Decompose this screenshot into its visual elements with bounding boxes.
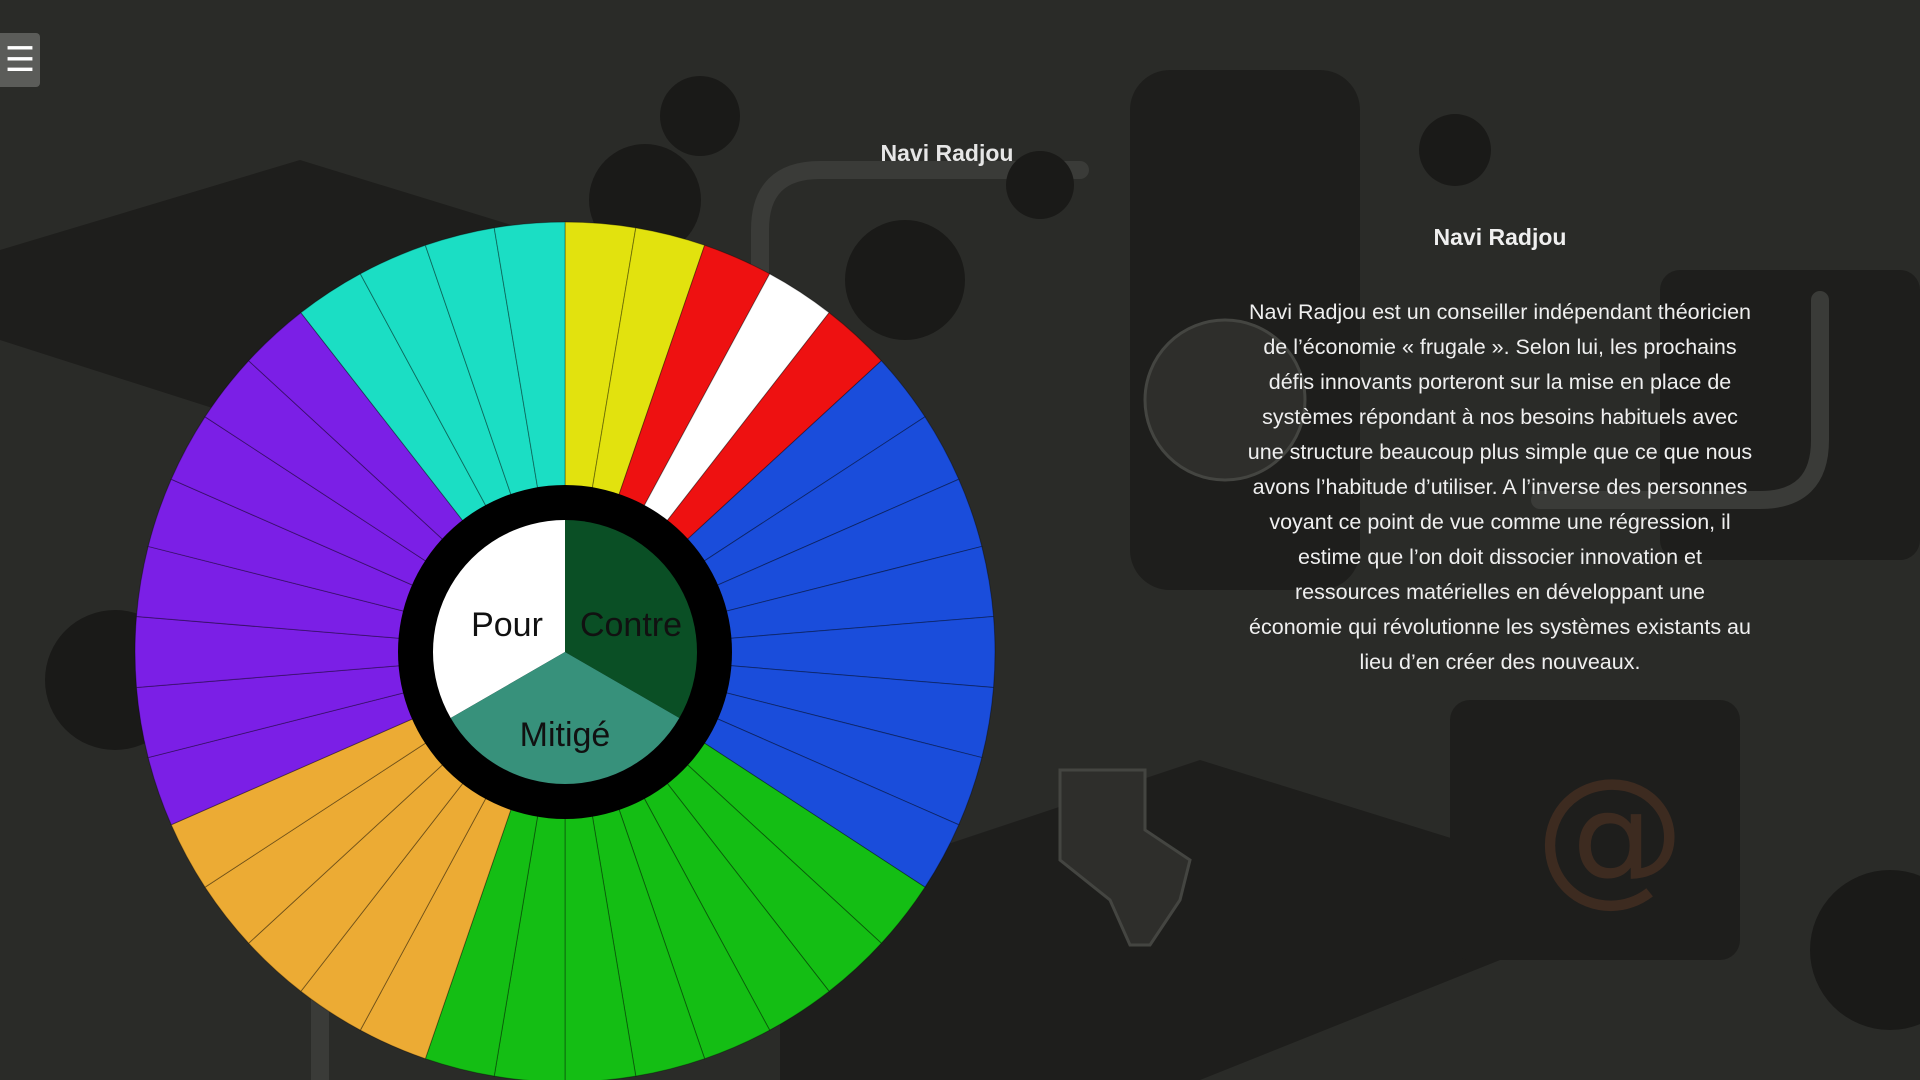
inner-label-1: Contre [580, 606, 682, 644]
info-title: Navi Radjou [1433, 224, 1567, 250]
inner-label-2: Mitigé [520, 716, 611, 754]
info-description: Navi Radjou est un conseiller indépendan… [1247, 300, 1753, 674]
info-panel: Navi Radjou Navi Radjou est un conseille… [1230, 224, 1770, 680]
inner-label-0: Pour [471, 606, 543, 644]
